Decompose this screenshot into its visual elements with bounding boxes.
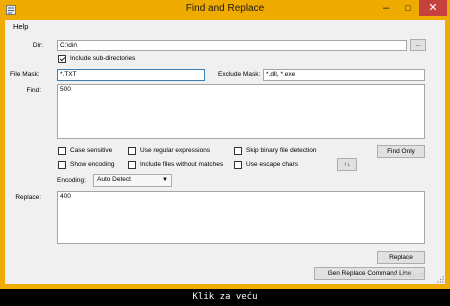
use-escape-label: Use escape chars bbox=[246, 161, 299, 168]
chevron-down-icon: ▼ bbox=[162, 177, 168, 183]
include-no-matches-label: Include files without matches bbox=[140, 161, 224, 168]
replace-textarea[interactable]: 400 bbox=[57, 191, 425, 244]
find-textarea[interactable]: 500 bbox=[57, 84, 425, 139]
dir-input[interactable]: C:\dir\ bbox=[57, 40, 407, 51]
exclude-mask-label: Exclude Mask: bbox=[218, 71, 261, 78]
find-replace-window: Find and Replace – □ ✕ Help Dir: C:\dir\… bbox=[0, 0, 450, 289]
encoding-value: Auto Detect bbox=[97, 176, 131, 183]
case-sensitive-checkbox[interactable] bbox=[58, 147, 66, 155]
use-regex-label: Use regular expressions bbox=[140, 147, 211, 154]
client-area: Help Dir: C:\dir\ ... Include sub-direct… bbox=[5, 20, 445, 284]
file-mask-input[interactable]: *.TXT bbox=[57, 69, 205, 81]
watermark: mycity.rs bbox=[393, 271, 425, 279]
skip-binary-label: Skip binary file detection bbox=[246, 147, 317, 154]
enlarge-caption[interactable]: Klik za veću bbox=[0, 292, 450, 302]
caption-bar: Klik za veću bbox=[0, 289, 450, 306]
find-label: Find: bbox=[26, 87, 41, 94]
include-subdirs-label: Include sub-directories bbox=[70, 55, 136, 62]
encoding-label: Encoding: bbox=[57, 177, 86, 184]
encoding-select[interactable]: Auto Detect ▼ bbox=[93, 174, 172, 187]
show-encoding-label: Show encoding bbox=[70, 161, 115, 168]
exclude-mask-input[interactable]: *.dll, *.exe bbox=[263, 69, 425, 81]
use-escape-checkbox[interactable] bbox=[234, 161, 242, 169]
replace-button[interactable]: Replace bbox=[377, 251, 425, 264]
include-no-matches-checkbox[interactable] bbox=[128, 161, 136, 169]
dir-label: Dir: bbox=[32, 42, 43, 49]
menu-help[interactable]: Help bbox=[13, 22, 28, 31]
resize-grip-icon[interactable] bbox=[436, 275, 444, 283]
browse-button[interactable]: ... bbox=[410, 39, 426, 51]
show-encoding-checkbox[interactable] bbox=[58, 161, 66, 169]
close-button[interactable]: ✕ bbox=[419, 0, 447, 16]
find-only-button[interactable]: Find Only bbox=[377, 145, 425, 158]
maximize-button[interactable]: □ bbox=[397, 0, 419, 16]
case-sensitive-label: Case sensitive bbox=[70, 147, 113, 154]
swap-button[interactable]: ↑↓ bbox=[337, 158, 357, 171]
title-bar[interactable]: Find and Replace – □ ✕ bbox=[0, 0, 450, 20]
skip-binary-checkbox[interactable] bbox=[234, 147, 242, 155]
include-subdirs-checkbox[interactable] bbox=[58, 55, 66, 63]
file-mask-label: File Mask: bbox=[10, 71, 40, 78]
replace-label: Replace: bbox=[15, 194, 41, 201]
minimize-button[interactable]: – bbox=[375, 0, 397, 16]
use-regex-checkbox[interactable] bbox=[128, 147, 136, 155]
menu-bar: Help bbox=[5, 20, 445, 34]
